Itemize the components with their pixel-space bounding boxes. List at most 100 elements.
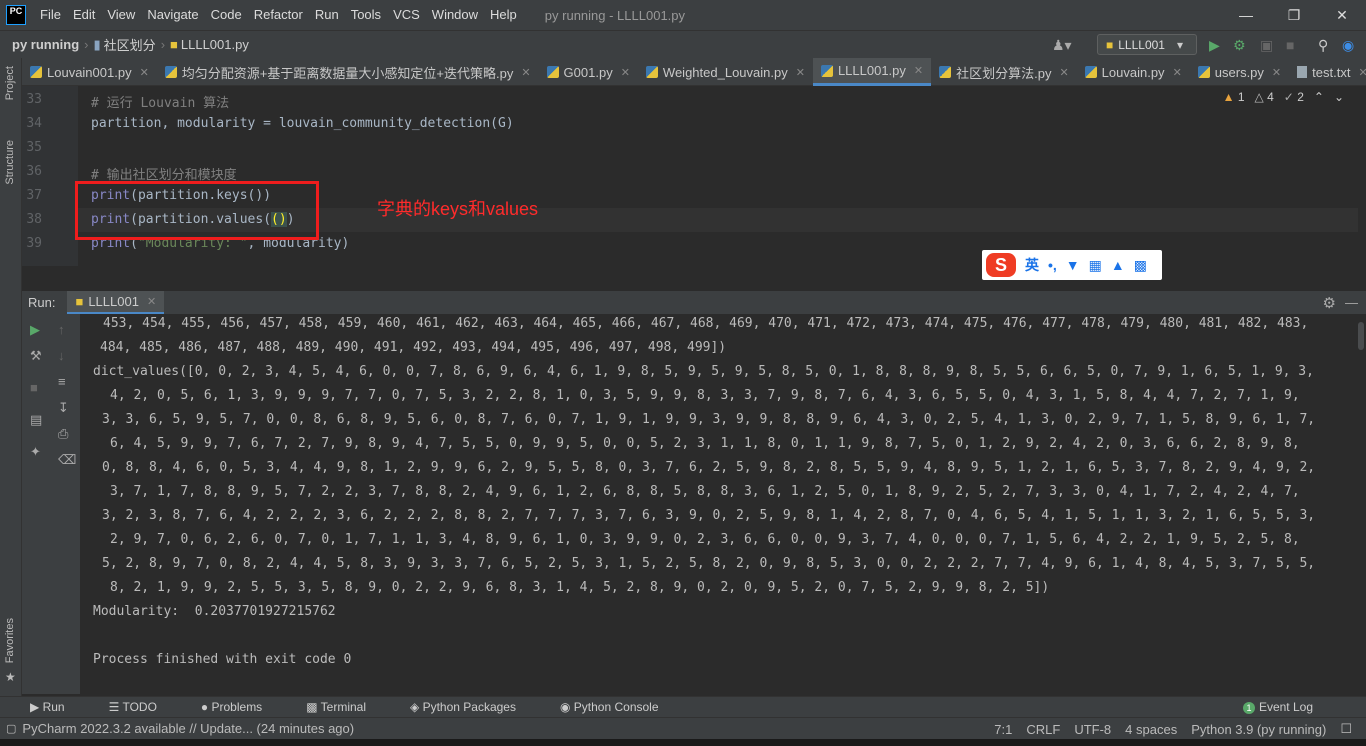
print-icon[interactable]: ⎙ [58, 426, 68, 442]
arrow-up-icon[interactable]: ↑ [58, 322, 65, 337]
file-encoding[interactable]: UTF-8 [1074, 722, 1111, 737]
code-editor[interactable]: 33 34 35 36 37 38 39 # 运行 Louvain 算法 par… [22, 86, 1366, 290]
cursor-position[interactable]: 7:1 [994, 722, 1012, 737]
menu-window[interactable]: Window [426, 0, 484, 30]
tool-tab-terminal[interactable]: ▩ Terminal [306, 700, 388, 714]
line-number: 38 [26, 212, 42, 227]
search-icon[interactable]: ⚲ [1318, 35, 1328, 55]
notification-icon[interactable]: ▢ [6, 722, 16, 735]
python-file-icon [1197, 66, 1210, 78]
close-icon[interactable]: ✕ [1272, 66, 1281, 79]
tab-resource-allocation[interactable]: 均匀分配资源+基于距离数据量大小感知定位+迭代策略.py ✕ [157, 58, 539, 86]
tool-tab-todo[interactable]: ☰ TODO [109, 700, 179, 714]
tab-weighted-louvain[interactable]: Weighted_Louvain.py ✕ [638, 58, 813, 86]
minimize-panel-icon[interactable]: — [1345, 295, 1358, 310]
gear-icon[interactable]: ⚙ [1323, 294, 1336, 312]
menu-run[interactable]: Run [309, 0, 345, 30]
run-console[interactable]: 453, 454, 455, 456, 457, 458, 459, 460, … [80, 314, 1366, 694]
line-separator[interactable]: CRLF [1026, 722, 1060, 737]
menu-view[interactable]: View [101, 0, 141, 30]
run-config-select[interactable]: ■ LLLL001 ▾ [1097, 34, 1197, 55]
minimize-icon[interactable]: — [1222, 0, 1270, 30]
python-interpreter[interactable]: Python 3.9 (py running) [1191, 722, 1326, 737]
skin-icon[interactable]: ▲ [1111, 257, 1125, 273]
close-icon[interactable]: ✕ [1318, 0, 1366, 30]
console-line: 3, 7, 1, 7, 8, 8, 9, 5, 7, 2, 2, 3, 7, 8… [110, 484, 1300, 499]
menu-navigate[interactable]: Navigate [141, 0, 204, 30]
inspection-widget[interactable]: ▲ 1 △ 4 ✓ 2 ⌃ ⌄ [1223, 90, 1344, 104]
toolbox-icon[interactable]: ▩ [1134, 257, 1147, 274]
menu-tools[interactable]: Tools [345, 0, 387, 30]
run-icon[interactable]: ▶ [1209, 35, 1220, 55]
favorites-tool-button[interactable]: Favorites [4, 618, 16, 663]
breadcrumb-project[interactable]: py running [12, 37, 79, 52]
ime-language[interactable]: 英 [1025, 255, 1039, 275]
punctuation-icon[interactable]: •, [1048, 257, 1057, 273]
wrench-icon[interactable]: ⚒ [30, 348, 42, 364]
indent-setting[interactable]: 4 spaces [1125, 722, 1177, 737]
tool-tab-python-packages[interactable]: ◈ Python Packages [410, 700, 538, 714]
line-gutter: 33 34 35 36 37 38 39 [22, 86, 78, 266]
menu-file[interactable]: File [34, 0, 67, 30]
update-icon[interactable]: ◉ [1342, 35, 1354, 55]
pin-icon[interactable]: ✦ [30, 444, 41, 460]
breadcrumb-folder[interactable]: 社区划分 [104, 35, 156, 54]
close-icon[interactable]: ✕ [1358, 66, 1366, 79]
breadcrumb-file[interactable]: LLLL001.py [181, 37, 249, 52]
console-scrollbar[interactable] [1358, 322, 1364, 350]
chevron-down-icon[interactable]: ⌄ [1334, 90, 1344, 104]
menu-refactor[interactable]: Refactor [248, 0, 309, 30]
restore-icon[interactable]: ❐ [1270, 0, 1318, 30]
layout-icon[interactable]: ▤ [30, 412, 42, 428]
close-icon[interactable]: ✕ [621, 66, 630, 79]
coverage-icon[interactable]: ▣ [1260, 35, 1273, 55]
close-icon[interactable]: ✕ [147, 295, 156, 308]
menu-edit[interactable]: Edit [67, 0, 101, 30]
python-file-icon [1084, 66, 1097, 78]
trash-icon[interactable]: ⌫ [58, 452, 76, 468]
debug-icon[interactable]: ⚙ [1233, 35, 1246, 55]
lock-icon[interactable]: ☐ [1340, 721, 1352, 737]
chevron-down-icon: ▾ [1176, 37, 1183, 52]
tool-tab-run[interactable]: ▶ Run [30, 700, 87, 714]
microphone-icon[interactable]: ▼ [1066, 257, 1080, 273]
scroll-to-end-icon[interactable]: ↧ [58, 400, 69, 416]
user-icon[interactable]: ♟▾ [1052, 35, 1072, 55]
stop-icon[interactable]: ■ [1286, 35, 1294, 55]
keyboard-icon[interactable]: ▦ [1089, 257, 1102, 274]
structure-tool-button[interactable]: Structure [4, 140, 16, 185]
line-number: 33 [26, 92, 42, 107]
event-log-button[interactable]: 1 Event Log [1242, 700, 1335, 714]
soft-wrap-icon[interactable]: ≡ [58, 374, 66, 389]
menu-code[interactable]: Code [205, 0, 248, 30]
arrow-down-icon[interactable]: ↓ [58, 348, 65, 363]
python-file-icon [164, 66, 177, 78]
tab-test-txt[interactable]: test.txt ✕ [1289, 58, 1366, 86]
status-message[interactable]: PyCharm 2022.3.2 available // Update... … [22, 721, 354, 736]
project-tool-button[interactable]: Project [4, 66, 16, 100]
close-icon[interactable]: ✕ [521, 66, 530, 79]
close-icon[interactable]: ✕ [914, 64, 923, 77]
tab-llll001[interactable]: LLLL001.py ✕ [812, 58, 932, 86]
tab-community-algorithm[interactable]: 社区划分算法.py ✕ [931, 58, 1077, 86]
menu-help[interactable]: Help [484, 0, 523, 30]
close-icon[interactable]: ✕ [140, 66, 149, 79]
tool-tab-problems[interactable]: ● Problems [201, 700, 284, 714]
tab-louvain[interactable]: Louvain.py ✕ [1077, 58, 1190, 86]
check-icon: ✓ [1283, 90, 1294, 104]
tool-tab-python-console[interactable]: ◉ Python Console [560, 700, 681, 714]
tab-users[interactable]: users.py ✕ [1190, 58, 1289, 86]
close-icon[interactable]: ✕ [1059, 66, 1068, 79]
rerun-icon[interactable]: ▶ [30, 322, 40, 338]
close-icon[interactable]: ✕ [1173, 66, 1182, 79]
tab-louvain001[interactable]: Louvain001.py ✕ [22, 58, 157, 86]
ime-toolbar[interactable]: S 英 •, ▼ ▦ ▲ ▩ [982, 250, 1162, 280]
console-line: 6, 4, 5, 9, 9, 7, 6, 7, 2, 7, 9, 8, 9, 4… [110, 436, 1300, 451]
menu-vcs[interactable]: VCS [387, 0, 426, 30]
console-line: 3, 3, 6, 5, 9, 5, 7, 0, 0, 8, 6, 8, 9, 5… [102, 412, 1316, 427]
run-tab[interactable]: ■ LLLL001 ✕ [67, 290, 165, 315]
stop-icon[interactable]: ■ [30, 380, 38, 395]
tab-g001[interactable]: G001.py ✕ [539, 58, 638, 86]
chevron-up-icon[interactable]: ⌃ [1314, 90, 1324, 104]
close-icon[interactable]: ✕ [796, 66, 805, 79]
